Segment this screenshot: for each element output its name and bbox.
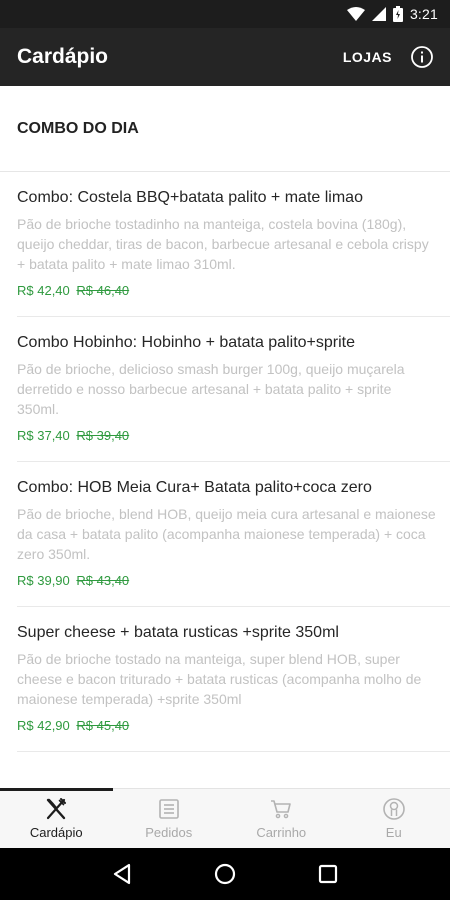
receipt-icon [157, 797, 181, 821]
nav-label: Cardápio [29, 825, 83, 840]
item-old-price: R$ 43,40 [76, 573, 130, 588]
item-price: R$ 37,40 [17, 428, 70, 443]
status-time: 3:21 [409, 6, 438, 22]
app-bar: Cardápio LOJAS [0, 28, 450, 86]
fork-knife-icon [44, 797, 68, 821]
item-description: Pão de brioche, blend HOB, queijo meia c… [17, 506, 436, 562]
item-description: Pão de brioche tostado na manteiga, supe… [17, 651, 422, 707]
item-old-price: R$ 39,40 [76, 428, 130, 443]
battery-icon [392, 6, 403, 22]
item-prices: R$ 42,40 R$ 46,40 [17, 282, 436, 300]
item-title: Combo: Costela BBQ+batata palito + mate … [17, 189, 363, 206]
nav-item-carrinho[interactable]: Carrinho [225, 789, 338, 848]
home-icon[interactable] [210, 859, 240, 889]
item-price: R$ 39,90 [17, 573, 70, 588]
item-description: Pão de brioche tostadinho na manteiga, c… [17, 216, 429, 272]
item-prices: R$ 39,90 R$ 43,40 [17, 572, 436, 590]
menu-content: COMBO DO DIA Combo: Costela BBQ+batata p… [0, 86, 450, 788]
nav-label: Carrinho [256, 825, 307, 840]
nav-item-cardapio[interactable]: Cardápio [0, 788, 113, 848]
nav-label: Pedidos [145, 825, 193, 840]
cell-signal-icon [371, 7, 386, 21]
nav-item-pedidos[interactable]: Pedidos [113, 789, 226, 848]
item-old-price: R$ 45,40 [76, 718, 130, 733]
item-title: Super cheese + batata rusticas +sprite 3… [17, 624, 339, 641]
item-price: R$ 42,40 [17, 283, 70, 298]
recents-icon[interactable] [313, 859, 343, 889]
item-prices: R$ 42,90 R$ 45,40 [17, 717, 436, 735]
system-nav-bar [0, 848, 450, 900]
item-prices: R$ 37,40 R$ 39,40 [17, 427, 436, 445]
nav-item-eu[interactable]: Eu [338, 789, 450, 848]
cart-icon [269, 797, 293, 821]
item-title: Combo Hobinho: Hobinho + batata palito+s… [17, 334, 355, 351]
menu-item[interactable]: Combo Hobinho: Hobinho + batata palito+s… [17, 317, 450, 462]
item-description: Pão de brioche, delicioso smash burger 1… [17, 361, 405, 417]
menu-item[interactable]: Combo: Costela BBQ+batata palito + mate … [17, 172, 450, 317]
bottom-nav: Cardápio Pedidos Carrinho Eu [0, 788, 450, 848]
lojas-button[interactable]: LOJAS [343, 49, 392, 65]
profile-icon [382, 797, 406, 821]
menu-item[interactable]: Combo: HOB Meia Cura+ Batata palito+coca… [17, 462, 450, 607]
page-title: Cardápio [17, 45, 109, 68]
item-price: R$ 42,90 [17, 718, 70, 733]
item-title: Combo: HOB Meia Cura+ Batata palito+coca… [17, 479, 372, 496]
nav-label: Eu [385, 825, 402, 840]
section-title: COMBO DO DIA [0, 86, 450, 172]
item-old-price: R$ 46,40 [76, 283, 130, 298]
status-bar: 3:21 [0, 0, 450, 28]
back-icon[interactable] [107, 859, 137, 889]
info-icon[interactable] [410, 45, 434, 69]
menu-item[interactable]: Super cheese + batata rusticas +sprite 3… [17, 607, 450, 752]
wifi-icon [346, 7, 365, 21]
